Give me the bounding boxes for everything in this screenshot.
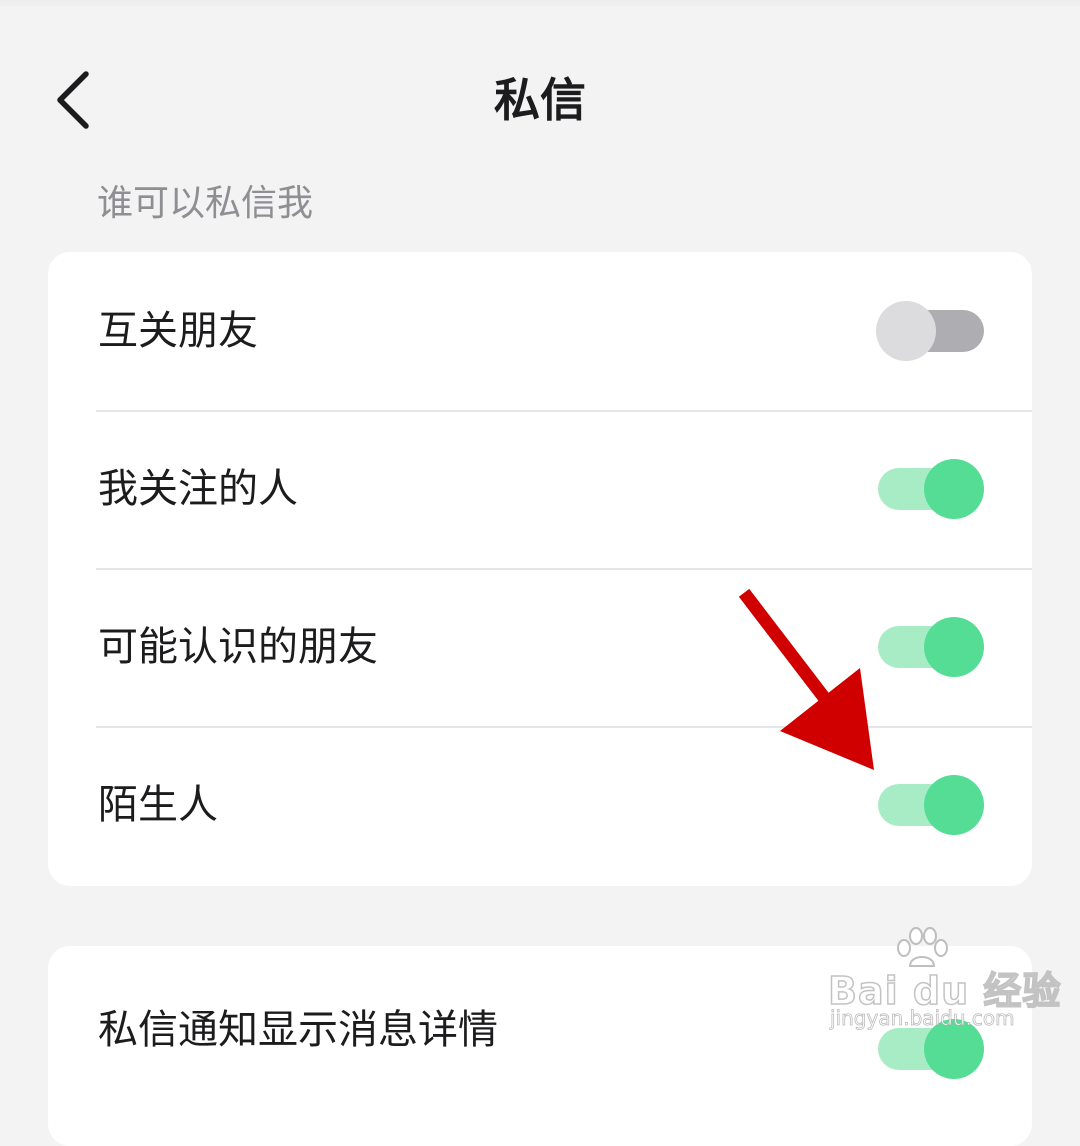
privacy-options-card: 互关朋友 我关注的人 可能认识的朋友 陌生人 bbox=[48, 252, 1032, 886]
chevron-left-icon bbox=[57, 71, 89, 129]
option-label: 我关注的人 bbox=[98, 466, 298, 512]
option-row-strangers[interactable]: 陌生人 bbox=[48, 726, 1032, 884]
possible-friends-toggle[interactable] bbox=[876, 616, 986, 678]
toggle-knob bbox=[924, 617, 984, 677]
toggle-knob bbox=[924, 775, 984, 835]
notification-details-toggle[interactable] bbox=[876, 1018, 986, 1080]
following-toggle[interactable] bbox=[876, 458, 986, 520]
option-row-following[interactable]: 我关注的人 bbox=[48, 410, 1032, 568]
toggle-knob bbox=[876, 301, 936, 361]
strangers-toggle[interactable] bbox=[876, 774, 986, 836]
back-button[interactable] bbox=[34, 58, 114, 142]
option-label: 私信通知显示消息详情 bbox=[98, 1007, 498, 1053]
option-label: 互关朋友 bbox=[98, 308, 258, 354]
toggle-knob bbox=[924, 459, 984, 519]
option-label: 陌生人 bbox=[98, 782, 218, 828]
toggle-knob bbox=[924, 1019, 984, 1079]
option-row-possible-friends[interactable]: 可能认识的朋友 bbox=[48, 568, 1032, 726]
option-row-notification-details[interactable]: 私信通知显示消息详情 bbox=[48, 946, 1032, 1106]
mutual-friends-toggle[interactable] bbox=[876, 300, 986, 362]
page-title: 私信 bbox=[494, 73, 586, 127]
option-label: 可能认识的朋友 bbox=[98, 624, 378, 670]
option-row-mutual-friends[interactable]: 互关朋友 bbox=[48, 252, 1032, 410]
status-bar-strip bbox=[0, 0, 1080, 6]
section-label: 谁可以私信我 bbox=[97, 183, 314, 224]
nav-bar: 私信 bbox=[0, 40, 1080, 160]
notification-card: 私信通知显示消息详情 bbox=[48, 946, 1032, 1146]
